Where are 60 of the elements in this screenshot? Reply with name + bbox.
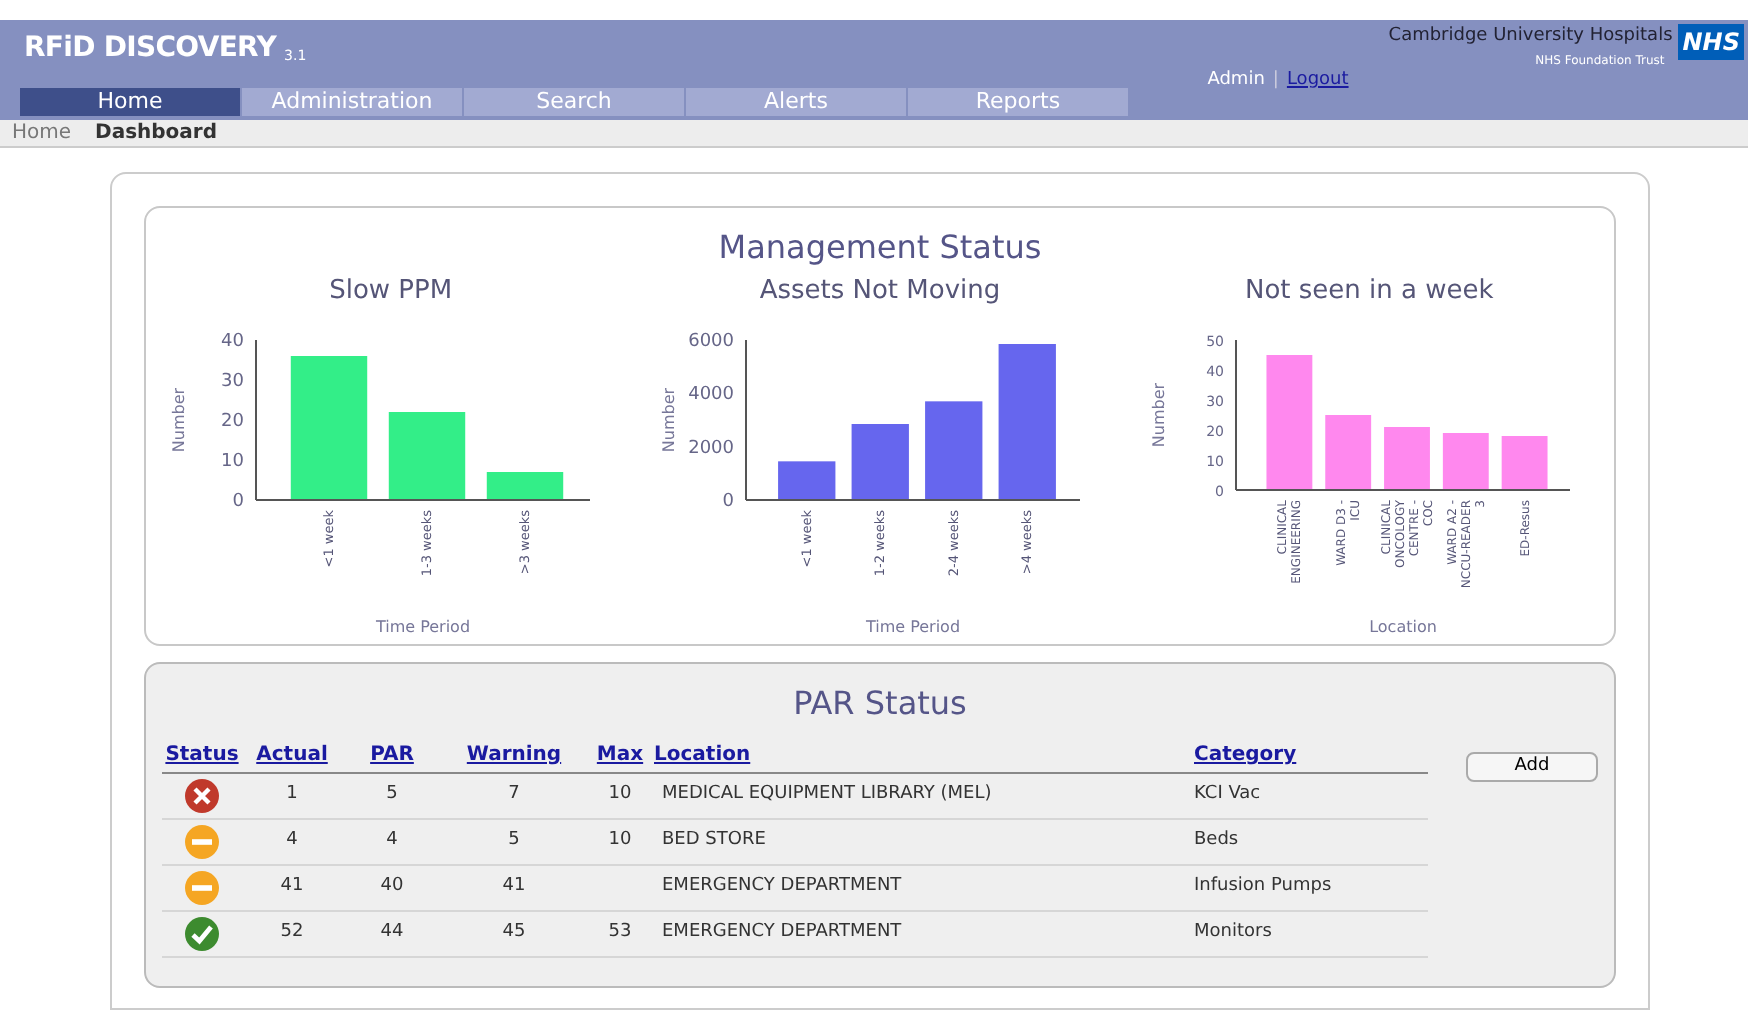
table-cell: 44 — [380, 921, 404, 942]
panel-title: PAR Status — [793, 682, 967, 726]
table-cell: 41 — [502, 875, 526, 896]
table-cell: 41 — [280, 875, 304, 896]
table-cell: 10 — [608, 829, 632, 850]
panel-title: Management Status — [718, 226, 1042, 270]
separator: | — [1272, 68, 1279, 94]
table-cell: BED STORE — [662, 829, 766, 850]
chart-title: Not seen in a week — [1244, 274, 1494, 310]
column-header[interactable]: Warning — [466, 744, 562, 766]
table-cell: 1 — [286, 783, 298, 804]
column-header[interactable]: Location — [654, 744, 751, 766]
logout-link[interactable]: Logout — [1286, 68, 1349, 95]
tick-label: 2000 — [688, 437, 734, 458]
axis-title: Number — [1149, 381, 1168, 447]
table-cell: 40 — [380, 875, 404, 896]
table-cell: 10 — [608, 783, 632, 804]
nhs-logo: NHS — [1678, 24, 1744, 60]
axis-title: Location — [1368, 617, 1437, 635]
table-cell: MEDICAL EQUIPMENT LIBRARY (MEL) — [662, 783, 992, 804]
table-cell: Beds — [1194, 829, 1239, 850]
logo: RFiD DISCOVERY — [24, 30, 277, 68]
tick-label: 6000 — [688, 331, 734, 351]
axis-title: Time Period — [865, 617, 961, 635]
column-header[interactable]: Status — [165, 744, 239, 766]
table-cell: EMERGENCY DEPARTMENT — [662, 921, 902, 942]
org-name: Cambridge University Hospitals — [1388, 24, 1673, 50]
tick-label: 40 — [221, 331, 245, 351]
add-button[interactable]: Add — [1466, 752, 1598, 782]
table-cell: 4 — [286, 829, 298, 850]
table-cell: 52 — [280, 921, 304, 942]
axis-title: Time Period — [376, 617, 471, 635]
table-cell: EMERGENCY DEPARTMENT — [662, 875, 902, 896]
table-cell: 5 — [386, 783, 398, 804]
breadcrumb-link[interactable]: Dashboard — [95, 121, 218, 145]
tick-label: 10 — [221, 451, 245, 471]
column-header[interactable]: PAR — [370, 744, 414, 766]
table-cell: 5 — [508, 829, 520, 850]
table-cell: 7 — [508, 783, 520, 804]
user-name: Admin — [1207, 68, 1265, 94]
table-cell: 53 — [608, 921, 632, 942]
tick-label: 4000 — [688, 384, 734, 405]
tick-label: 20 — [221, 411, 245, 431]
column-header[interactable]: Max — [596, 744, 644, 766]
chart-title: Slow PPM — [329, 274, 453, 310]
table-cell: KCI Vac — [1194, 783, 1261, 804]
tick-label: 30 — [221, 371, 245, 391]
breadcrumb-link[interactable]: Home — [12, 121, 72, 145]
axis-title: Number — [659, 386, 678, 452]
table-cell: 4 — [386, 829, 398, 850]
table-cell: 45 — [502, 921, 526, 942]
chart-title: Assets Not Moving — [759, 274, 1001, 310]
axis-title: Number — [170, 386, 189, 452]
nav-tab[interactable]: Home — [20, 88, 240, 116]
table-cell: Monitors — [1194, 921, 1272, 942]
column-header[interactable]: Actual — [256, 744, 328, 766]
tick-label: 0 — [722, 491, 734, 511]
table-cell: Infusion Pumps — [1194, 875, 1332, 896]
tick-label: 0 — [233, 491, 245, 511]
column-header[interactable]: Category — [1194, 744, 1297, 766]
